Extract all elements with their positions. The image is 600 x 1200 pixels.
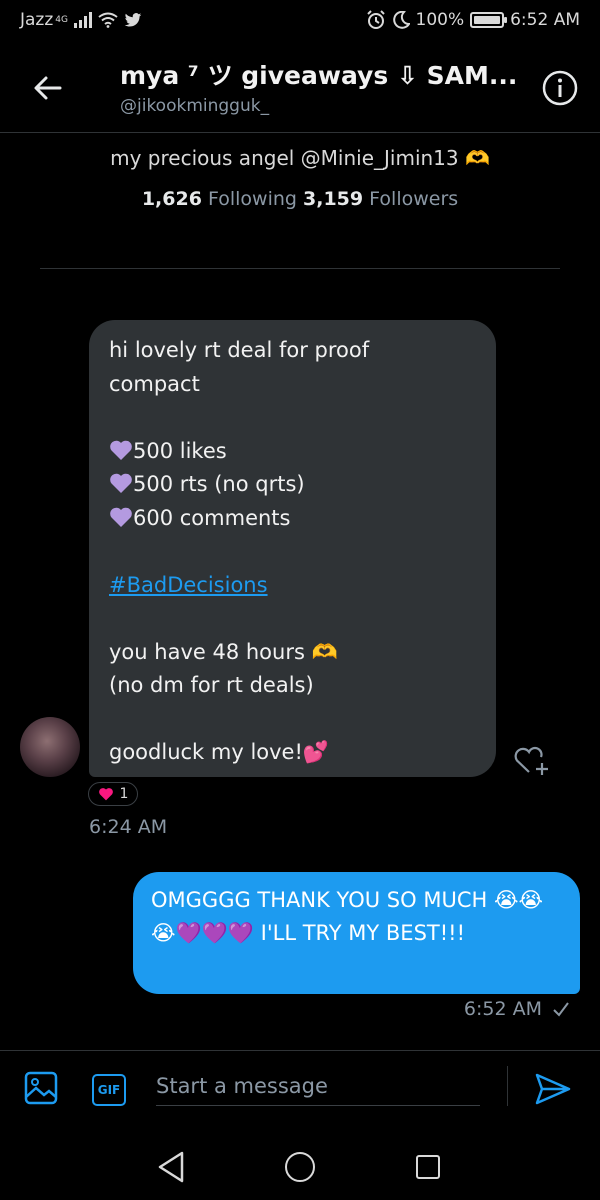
conversation-title: mya ⁷ ツ giveaways ⇩ SAM... bbox=[120, 61, 518, 90]
deal-item: 600 comments bbox=[109, 502, 476, 536]
sent-message-text: OMGGGG THANK YOU SO MUCH 😭😭😭💜💜💜 I'LL TRY… bbox=[151, 888, 544, 945]
send-icon[interactable] bbox=[534, 1072, 572, 1106]
received-message-time: 6:24 AM bbox=[89, 816, 168, 838]
purple-heart-icon bbox=[110, 440, 132, 460]
reaction-pill[interactable]: 1 bbox=[88, 782, 138, 806]
add-reaction-icon[interactable] bbox=[512, 742, 552, 778]
message-line: (no dm for rt deals) bbox=[109, 673, 314, 697]
status-bar: Jazz 4G 100% 6:52 AM bbox=[0, 0, 600, 40]
battery-icon bbox=[470, 12, 508, 28]
message-line: hi lovely rt deal for proof bbox=[109, 338, 370, 362]
followers-label[interactable]: Followers bbox=[369, 188, 458, 210]
composer-separator bbox=[507, 1066, 508, 1106]
message-line: compact bbox=[109, 371, 200, 396]
check-icon bbox=[553, 1002, 569, 1017]
deal-item: 500 likes bbox=[109, 435, 476, 469]
carrier-label: Jazz bbox=[20, 10, 54, 30]
red-heart-icon bbox=[98, 788, 113, 801]
message-input[interactable] bbox=[156, 1066, 480, 1106]
sent-message-time: 6:52 AM bbox=[463, 998, 542, 1020]
gif-button[interactable]: GIF bbox=[92, 1074, 126, 1106]
back-arrow-icon[interactable] bbox=[28, 68, 68, 108]
image-icon[interactable] bbox=[24, 1071, 58, 1105]
composer-divider bbox=[0, 1050, 600, 1051]
wifi-icon bbox=[98, 12, 118, 28]
nav-recents-icon[interactable] bbox=[416, 1155, 440, 1179]
do-not-disturb-moon-icon bbox=[392, 11, 410, 29]
profile-bio: my precious angel @Minie_Jimin13 🫶 bbox=[110, 146, 490, 170]
sent-message-bubble[interactable]: OMGGGG THANK YOU SO MUCH 😭😭😭💜💜💜 I'LL TRY… bbox=[133, 872, 580, 994]
purple-heart-icon bbox=[110, 473, 132, 493]
nav-home-icon[interactable] bbox=[285, 1152, 315, 1182]
twitter-bird-icon bbox=[124, 12, 142, 27]
purple-heart-icon bbox=[110, 507, 132, 527]
message-line: you have 48 hours 🫶 bbox=[109, 639, 338, 664]
conversation-title-block[interactable]: mya ⁷ ツ giveaways ⇩ SAM... @jikookminggu… bbox=[120, 56, 520, 116]
network-label: 4G bbox=[55, 15, 68, 25]
hashtag-link[interactable]: #BadDecisions bbox=[109, 573, 268, 597]
signal-icon bbox=[73, 12, 92, 28]
battery-percent: 100% bbox=[415, 10, 465, 30]
reaction-count: 1 bbox=[119, 786, 129, 802]
conversation-handle: @jikookmingguk_ bbox=[120, 96, 270, 116]
followers-count: 3,159 bbox=[303, 188, 364, 210]
alarm-icon bbox=[366, 10, 385, 29]
nav-back-icon[interactable] bbox=[156, 1150, 186, 1184]
conversation-header: mya ⁷ ツ giveaways ⇩ SAM... @jikookminggu… bbox=[0, 48, 600, 130]
deal-item: 500 rts (no qrts) bbox=[109, 468, 476, 502]
profile-divider bbox=[40, 268, 560, 269]
received-message-bubble[interactable]: hi lovely rt deal for proof compact 500 … bbox=[89, 320, 496, 777]
bio-clipped-line bbox=[80, 128, 520, 136]
avatar[interactable] bbox=[20, 717, 80, 777]
message-line: goodluck my love!💕 bbox=[109, 740, 330, 764]
sent-message-meta: 6:52 AM bbox=[464, 998, 570, 1020]
info-icon[interactable] bbox=[540, 68, 580, 108]
profile-stats: 1,626 Following 3,159 Followers bbox=[0, 188, 600, 210]
following-count: 1,626 bbox=[141, 188, 202, 210]
clock: 6:52 AM bbox=[510, 10, 580, 30]
following-label[interactable]: Following bbox=[208, 188, 297, 210]
